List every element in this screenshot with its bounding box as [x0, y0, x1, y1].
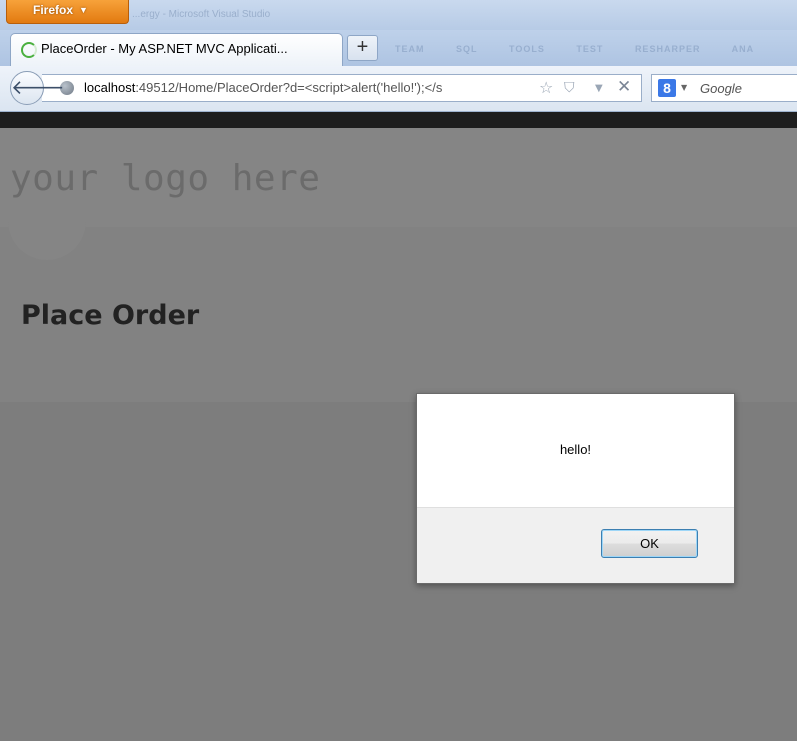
url-host: localhost [84, 80, 136, 95]
firefox-menu-label: Firefox [33, 3, 74, 17]
alert-dialog: hello! OK [416, 393, 735, 584]
alert-message: hello! [559, 442, 592, 457]
ghost-menu-item: ANA [731, 44, 755, 54]
ghost-menu: TEAM SQL TOOLS TEST RESHARPER ANA [395, 44, 782, 54]
navigation-bar: localhost:49512/Home/PlaceOrder?d=<scrip… [0, 66, 797, 112]
ok-button[interactable]: OK [601, 529, 698, 558]
url-bar[interactable]: localhost:49512/Home/PlaceOrder?d=<scrip… [42, 74, 642, 102]
search-engine-dropdown-icon[interactable]: ▼ [681, 83, 687, 92]
url-path: :49512/Home/PlaceOrder?d=<script>alert('… [135, 80, 443, 95]
firefox-menu-button[interactable]: Firefox ▼ [6, 0, 129, 24]
tab-strip: PlaceOrder - My ASP.NET MVC Applicati...… [0, 30, 797, 66]
page-top-stripe [0, 112, 797, 128]
back-button[interactable]: 🡐 [10, 71, 65, 105]
google-icon[interactable]: 8 [658, 79, 676, 97]
ghost-menu-item: TOOLS [509, 44, 545, 54]
chevron-down-icon: ▼ [79, 5, 88, 15]
alert-footer: OK [417, 507, 734, 583]
search-placeholder: Google [700, 81, 742, 96]
titlebar-ghost-text: ...ergy - Microsoft Visual Studio [132, 9, 271, 20]
site-logo[interactable]: your logo here [10, 158, 320, 199]
ghost-menu-item: SQL [456, 44, 478, 54]
arrow-left-icon: 🡐 [11, 75, 65, 99]
tab-placeorder[interactable]: PlaceOrder - My ASP.NET MVC Applicati... [10, 33, 343, 66]
tab-title: PlaceOrder - My ASP.NET MVC Applicati... [41, 41, 288, 56]
loading-spinner-icon [21, 42, 37, 58]
url-text[interactable]: localhost:49512/Home/PlaceOrder?d=<scrip… [84, 80, 532, 95]
stop-icon[interactable]: ✕ [617, 77, 631, 97]
page-title: Place Order [21, 300, 200, 331]
bookmark-star-icon[interactable]: ☆ [539, 78, 553, 97]
new-tab-button[interactable]: + [347, 35, 378, 61]
ghost-menu-item: TEST [576, 44, 604, 54]
search-bar[interactable]: 8 ▼ Google [651, 74, 797, 102]
ghost-menu-item: RESHARPER [634, 44, 701, 54]
history-dropdown-icon[interactable]: ▼ [595, 83, 603, 94]
ghost-menu-item: TEAM [395, 44, 425, 54]
pocket-icon[interactable]: ⛉ [564, 80, 575, 96]
window-titlebar: ...ergy - Microsoft Visual Studio Firefo… [0, 0, 797, 30]
